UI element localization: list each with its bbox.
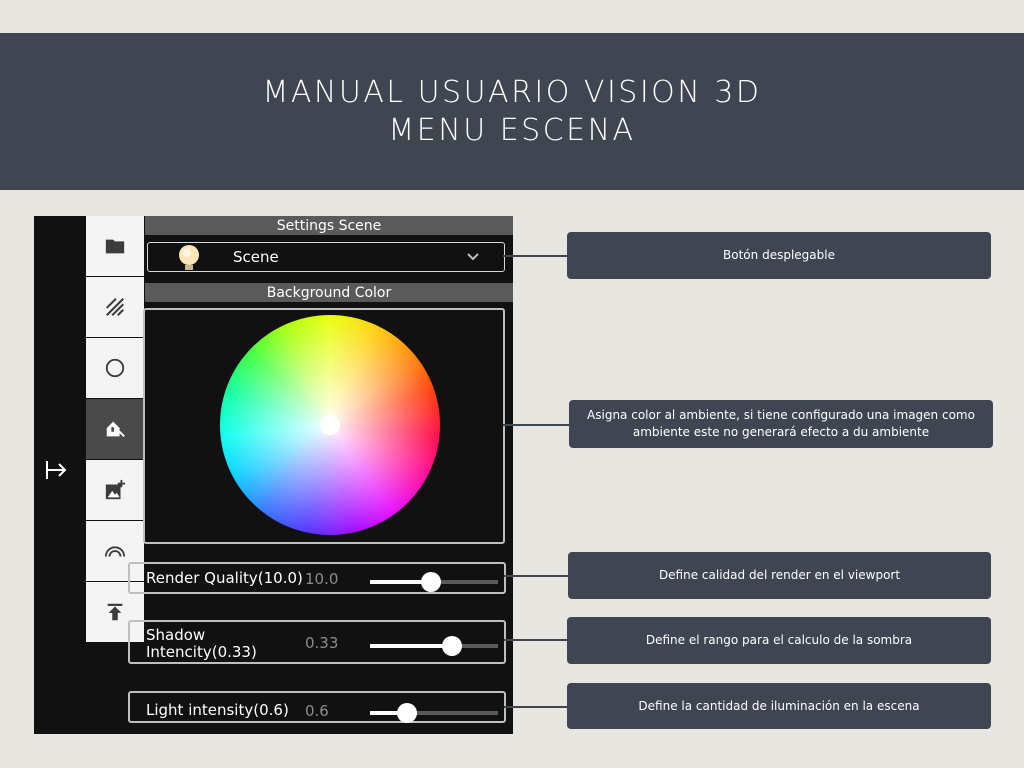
shadow-intensity-thumb[interactable] [441,636,462,656]
tool-scene[interactable] [86,399,144,459]
render-quality-thumb[interactable] [421,572,442,592]
tool-pattern[interactable] [86,277,144,337]
render-quality-value[interactable]: 10.0 [305,570,338,588]
add-image-icon [105,479,126,500]
callout-dropdown: Botón desplegable [567,232,991,279]
upload-icon [107,603,123,621]
title-line-1: MANUAL USUARIO VISION 3D [262,74,762,110]
home-light-icon [106,421,125,437]
light-intensity-track[interactable] [370,703,498,723]
light-bulb-icon [179,245,199,270]
title-banner: MANUAL USUARIO VISION 3D MENU ESCENA [0,33,1024,190]
callout-light: Define la cantidad de iluminación en la … [567,683,991,729]
shadow-intensity-value[interactable]: 0.33 [305,634,338,652]
color-wheel[interactable] [220,315,440,535]
callout-connector [504,706,567,708]
render-quality-slider-row: Render Quality(10.0) 10.0 [128,562,506,594]
shadow-intensity-label: Shadow Intencity(0.33) [146,626,257,661]
callout-connector [504,575,568,577]
callout-render-quality: Define calidad del render en el viewport [568,552,991,599]
tool-add-image[interactable] [86,460,144,520]
background-color-header: Background Color [145,283,513,302]
callout-connector [503,255,567,257]
exit-arrow-icon[interactable] [44,458,68,482]
light-intensity-thumb[interactable] [397,703,418,723]
chevron-down-icon[interactable] [464,247,482,265]
light-intensity-value[interactable]: 0.6 [305,702,329,720]
light-intensity-slider-row: Light intensity(0.6) 0.6 [128,691,506,723]
scene-dropdown[interactable]: Scene [147,242,505,272]
render-quality-label: Render Quality(10.0) [146,569,303,587]
color-wheel-selector[interactable] [320,415,340,435]
color-wheel-frame [143,308,505,544]
dropdown-value: Scene [233,248,279,266]
shadow-intensity-track[interactable] [370,636,498,656]
settings-scene-header: Settings Scene [145,216,513,235]
render-quality-track[interactable] [370,572,498,592]
folder-icon [105,239,125,254]
callout-connector [504,639,567,641]
light-intensity-label: Light intensity(0.6) [146,701,289,719]
hatch-pattern-icon [106,298,124,316]
callout-shadow: Define el rango para el calculo de la so… [567,617,991,664]
callout-background-color: Asigna color al ambiente, si tiene confi… [569,400,993,448]
slider-fill [370,644,452,648]
tool-shape[interactable] [86,338,144,398]
rainbow-icon [104,546,126,557]
scene-settings-panel: Settings Scene Scene Background Color Re… [34,216,513,734]
shadow-intensity-slider-row: Shadow Intencity(0.33) 0.33 [128,620,506,664]
circle-icon [105,358,125,378]
callout-connector [503,424,569,426]
tool-folder[interactable] [86,216,144,276]
title-line-2: MENU ESCENA [388,112,636,148]
